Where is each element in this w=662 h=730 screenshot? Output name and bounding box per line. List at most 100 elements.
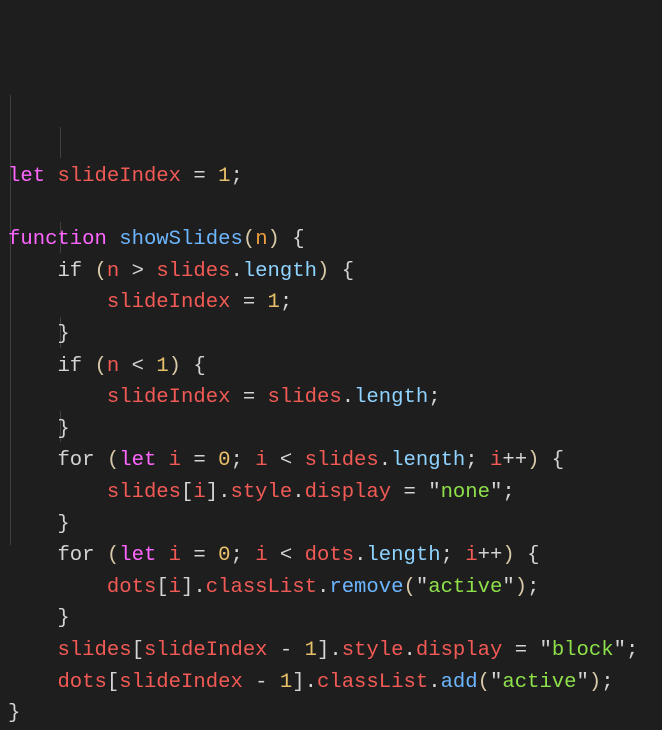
token-punc: .	[292, 480, 305, 504]
token-punc: }	[8, 322, 70, 346]
token-num: 1	[218, 165, 231, 188]
token-punc	[8, 386, 107, 409]
code-line[interactable]: if (n < 1) {	[8, 351, 638, 383]
code-line[interactable]	[8, 193, 638, 225]
token-prop: length	[391, 449, 466, 473]
token-fn: remove	[329, 575, 404, 599]
token-punc: "	[415, 575, 429, 599]
token-punc	[107, 228, 119, 251]
token-punc: .	[230, 259, 243, 283]
token-punc: [	[131, 638, 144, 662]
token-var: i	[465, 544, 478, 568]
token-punc: ;	[440, 544, 466, 568]
token-punc: =	[230, 386, 268, 410]
code-line[interactable]: }	[8, 414, 638, 446]
token-num: 1	[304, 638, 317, 662]
token-punc: >	[119, 259, 157, 283]
token-str: none	[440, 480, 491, 504]
token-paren: (	[94, 354, 107, 378]
token-punc: ;	[465, 449, 491, 473]
code-line[interactable]: }	[8, 603, 638, 635]
token-str: active	[428, 575, 503, 599]
indent-guide	[60, 127, 61, 158]
token-var: display	[415, 638, 503, 662]
token-paren: (	[106, 544, 120, 568]
token-var: i	[490, 449, 503, 473]
token-punc: ++	[477, 544, 503, 568]
token-punc: ;	[527, 575, 540, 599]
token-paren: (	[477, 670, 491, 694]
token-paren: )	[267, 228, 280, 252]
token-num: 0	[218, 544, 231, 568]
token-punc: }	[8, 702, 21, 726]
token-ctl: if	[57, 354, 83, 378]
token-punc: {	[539, 449, 565, 473]
token-punc: .	[403, 638, 416, 662]
token-num: 1	[279, 670, 293, 694]
code-line[interactable]: dots[slideIndex - 1].classList.add("acti…	[8, 667, 638, 699]
token-paren: )	[588, 670, 602, 694]
token-ctl: for	[57, 544, 95, 568]
token-punc: [	[106, 670, 120, 694]
token-var: i	[168, 575, 182, 599]
token-punc	[8, 355, 57, 378]
code-line[interactable]: }	[8, 509, 638, 541]
token-prop: length	[354, 386, 429, 410]
token-var: slideIndex	[143, 638, 268, 662]
token-param: n	[255, 228, 268, 252]
token-punc	[156, 449, 168, 472]
token-punc: ;	[230, 449, 256, 473]
token-fn: add	[440, 670, 478, 694]
token-punc: .	[354, 544, 367, 568]
token-var: style	[230, 480, 293, 504]
token-punc: }	[8, 417, 70, 441]
token-var: slides	[106, 480, 182, 504]
code-editor[interactable]: let slideIndex = 1; function showSlides(…	[8, 0, 638, 730]
code-line[interactable]: slideIndex = slides.length;	[8, 382, 638, 414]
token-punc: {	[514, 544, 540, 568]
code-line[interactable]: for (let i = 0; i < slides.length; i++) …	[8, 445, 638, 477]
token-punc: .	[378, 449, 392, 473]
token-punc: }	[8, 512, 70, 536]
code-line[interactable]: }	[8, 698, 638, 730]
token-paren: )	[168, 354, 182, 378]
token-kw: let	[119, 449, 157, 473]
token-num: 1	[267, 291, 280, 315]
token-punc: ";	[613, 638, 639, 662]
token-punc	[82, 260, 94, 283]
token-var: i	[255, 449, 268, 473]
token-var: slides	[156, 259, 231, 283]
token-punc: ;	[230, 544, 256, 568]
token-punc: =	[230, 291, 268, 315]
token-punc: -	[242, 670, 280, 694]
token-punc: [	[156, 575, 169, 599]
token-punc: -	[267, 638, 305, 662]
code-line[interactable]: for (let i = 0; i < dots.length; i++) {	[8, 540, 638, 572]
code-line[interactable]: slideIndex = 1;	[8, 287, 638, 319]
code-line[interactable]: let slideIndex = 1;	[8, 161, 638, 193]
token-var: n	[106, 354, 120, 378]
token-punc: ].	[181, 575, 206, 599]
token-var: classList	[316, 670, 429, 694]
code-line[interactable]: slides[i].style.display = "none";	[8, 477, 638, 509]
code-line[interactable]: }	[8, 319, 638, 351]
token-punc: =	[181, 449, 219, 473]
token-punc	[95, 449, 107, 472]
token-prop: length	[242, 259, 317, 283]
token-punc: {	[279, 228, 305, 252]
token-ctl: if	[57, 259, 83, 283]
token-kw: let	[8, 165, 46, 188]
token-kw: let	[119, 544, 157, 568]
token-punc: "	[576, 670, 589, 694]
token-punc: = "	[391, 480, 441, 504]
code-line[interactable]: function showSlides(n) {	[8, 224, 638, 256]
token-punc	[8, 639, 57, 662]
token-punc: =	[181, 544, 219, 568]
token-punc: <	[267, 449, 305, 473]
token-paren: (	[106, 449, 120, 473]
token-punc	[8, 449, 57, 472]
code-line[interactable]: if (n > slides.length) {	[8, 256, 638, 288]
token-str: active	[502, 670, 577, 694]
token-var: slideIndex	[57, 165, 182, 188]
code-line[interactable]: slides[slideIndex - 1].style.display = "…	[8, 635, 638, 667]
